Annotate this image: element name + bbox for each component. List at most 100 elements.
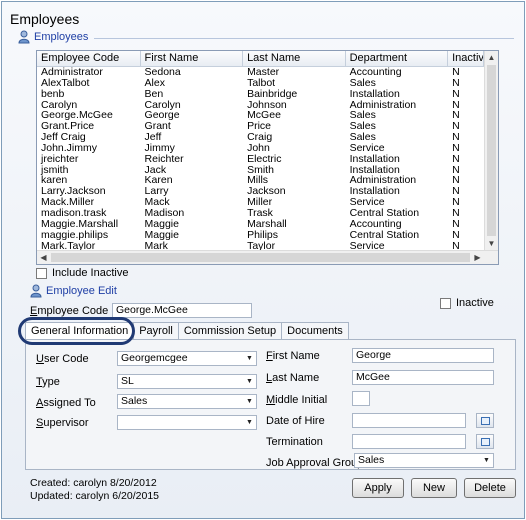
- chevron-down-icon[interactable]: ▼: [244, 376, 255, 387]
- column-header-department[interactable]: Department: [346, 51, 449, 66]
- column-header-first-name[interactable]: First Name: [141, 51, 244, 66]
- termination-label: Termination: [266, 436, 323, 448]
- cell-first-name: Larry: [144, 186, 169, 198]
- cell-last-name: Electric: [247, 153, 282, 165]
- middle-initial-field[interactable]: [352, 391, 370, 406]
- horizontal-scrollbar[interactable]: ◀ ▶: [37, 250, 498, 264]
- cell-inactive: N: [452, 175, 460, 187]
- termination-field[interactable]: [352, 434, 466, 449]
- cell-first-name: Madison: [144, 207, 185, 219]
- table-row[interactable]: karen Karen Mills Administration N: [37, 175, 484, 186]
- cell-department: Service: [349, 197, 385, 208]
- chevron-down-icon[interactable]: ▼: [244, 396, 255, 407]
- inactive-checkbox[interactable]: Inactive: [440, 297, 494, 309]
- scroll-left-icon[interactable]: ◀: [37, 251, 50, 264]
- column-header-employee-code[interactable]: Employee Code: [37, 51, 141, 66]
- cell-employee-code: Carolyn: [41, 99, 78, 111]
- cell-last-name: McGee: [247, 110, 281, 122]
- table-row[interactable]: maggie.philips Maggie Philips Central Stati…: [37, 230, 484, 241]
- date-of-hire-field[interactable]: [352, 413, 466, 428]
- column-header-last-name[interactable]: Last Name: [243, 51, 346, 66]
- employees-section-header: Employees: [18, 30, 88, 44]
- cell-last-name: Bainbridge: [247, 88, 298, 100]
- tab-commission-setup[interactable]: Commission Setup: [177, 322, 283, 340]
- person-icon: [30, 284, 42, 298]
- cell-last-name: John: [247, 142, 270, 154]
- tab-documents[interactable]: Documents: [281, 322, 349, 340]
- cell-department: Sales: [349, 110, 376, 122]
- assigned-to-label: Assigned To: [36, 397, 96, 409]
- cell-last-name: Price: [247, 121, 271, 133]
- assigned-to-select[interactable]: Sales ▼: [117, 394, 257, 409]
- cell-inactive: N: [452, 142, 460, 154]
- user-code-select[interactable]: Georgemcgee ▼: [117, 351, 257, 366]
- cell-first-name: Grant: [144, 121, 171, 133]
- cell-department: Sales: [349, 77, 376, 89]
- inactive-label: Inactive: [456, 297, 494, 309]
- cell-last-name: Craig: [247, 132, 273, 143]
- cell-first-name: Maggie: [144, 218, 179, 230]
- user-code-value: Georgemcgee: [121, 352, 188, 364]
- cell-employee-code: AlexTalbot: [41, 77, 90, 89]
- cell-last-name: Mills: [247, 175, 269, 187]
- scroll-up-icon[interactable]: ▲: [485, 51, 498, 64]
- vertical-scrollbar[interactable]: ▲ ▼: [484, 51, 498, 250]
- employee-edit-section-header: Employee Edit: [30, 284, 117, 298]
- cell-department: Service: [349, 142, 385, 154]
- date-of-hire-calendar-button[interactable]: [476, 413, 494, 428]
- type-select[interactable]: SL ▼: [117, 374, 257, 389]
- supervisor-select[interactable]: ▼: [117, 415, 257, 430]
- last-name-field[interactable]: McGee: [352, 370, 494, 385]
- include-inactive-box[interactable]: [36, 267, 47, 279]
- vertical-scroll-thumb[interactable]: [487, 65, 496, 236]
- apply-button[interactable]: Apply: [352, 478, 404, 498]
- tab-payroll[interactable]: Payroll: [133, 322, 179, 340]
- job-approval-group-select[interactable]: Sales ▼: [354, 453, 494, 468]
- calendar-icon: [481, 417, 490, 425]
- table-row[interactable]: Administrator Sedona Master Accounting N: [37, 67, 484, 78]
- cell-last-name: Talbot: [247, 77, 276, 89]
- table-row[interactable]: AlexTalbot Alex Talbot Sales N: [37, 78, 484, 89]
- chevron-down-icon[interactable]: ▼: [244, 417, 255, 428]
- table-row[interactable]: jreichter Reichter Electric Installation N: [37, 154, 484, 165]
- table-row[interactable]: jsmith Jack Smith Installation N: [37, 165, 484, 176]
- table-row[interactable]: Larry.Jackson Larry Jackson Installation N: [37, 186, 484, 197]
- table-row[interactable]: Maggie.Marshall Maggie Marshall Accounting N: [37, 219, 484, 230]
- cell-inactive: N: [452, 197, 460, 208]
- cell-first-name: Jimmy: [144, 142, 175, 154]
- employees-section-title: Employees: [34, 31, 89, 43]
- cell-employee-code: Jeff Craig: [41, 132, 86, 143]
- table-row[interactable]: Grant.Price Grant Price Sales N: [37, 121, 484, 132]
- new-button[interactable]: New: [411, 478, 457, 498]
- calendar-icon: [481, 438, 490, 446]
- scroll-right-icon[interactable]: ▶: [471, 251, 484, 264]
- table-row[interactable]: Jeff Craig Jeff Craig Sales N: [37, 132, 484, 143]
- cell-last-name: Johnson: [247, 99, 287, 111]
- chevron-down-icon[interactable]: ▼: [244, 353, 255, 364]
- horizontal-scroll-thumb[interactable]: [51, 253, 470, 262]
- scroll-down-icon[interactable]: ▼: [485, 237, 498, 250]
- table-row[interactable]: George.McGee George McGee Sales N: [37, 110, 484, 121]
- include-inactive-checkbox[interactable]: Include Inactive: [36, 267, 128, 279]
- employee-code-label: Employee Code: [30, 305, 109, 317]
- column-header-inactive[interactable]: Inactive: [448, 51, 484, 66]
- table-row[interactable]: Mack.Miller Mack Miller Service N: [37, 197, 484, 208]
- chevron-down-icon[interactable]: ▼: [481, 455, 492, 466]
- middle-initial-label: Middle Initial: [266, 394, 328, 406]
- table-row[interactable]: Carolyn Carolyn Johnson Administration N: [37, 100, 484, 111]
- employee-grid[interactable]: Employee Code First Name Last Name Depar…: [36, 50, 499, 265]
- employee-code-field[interactable]: George.McGee: [112, 303, 252, 318]
- cell-employee-code: jsmith: [41, 164, 69, 176]
- table-row[interactable]: benb Ben Bainbridge Installation N: [37, 89, 484, 100]
- delete-button[interactable]: Delete: [464, 478, 516, 498]
- cell-employee-code: Administrator: [41, 67, 103, 78]
- table-row[interactable]: John.Jimmy Jimmy John Service N: [37, 143, 484, 154]
- cell-first-name: Karen: [144, 175, 173, 187]
- termination-calendar-button[interactable]: [476, 434, 494, 449]
- table-row[interactable]: madison.trask Madison Trask Central Station…: [37, 208, 484, 219]
- inactive-box[interactable]: [440, 297, 451, 309]
- cell-department: Sales: [349, 132, 376, 143]
- cell-inactive: N: [452, 77, 460, 89]
- cell-first-name: George: [144, 110, 180, 122]
- first-name-field[interactable]: George: [352, 348, 494, 363]
